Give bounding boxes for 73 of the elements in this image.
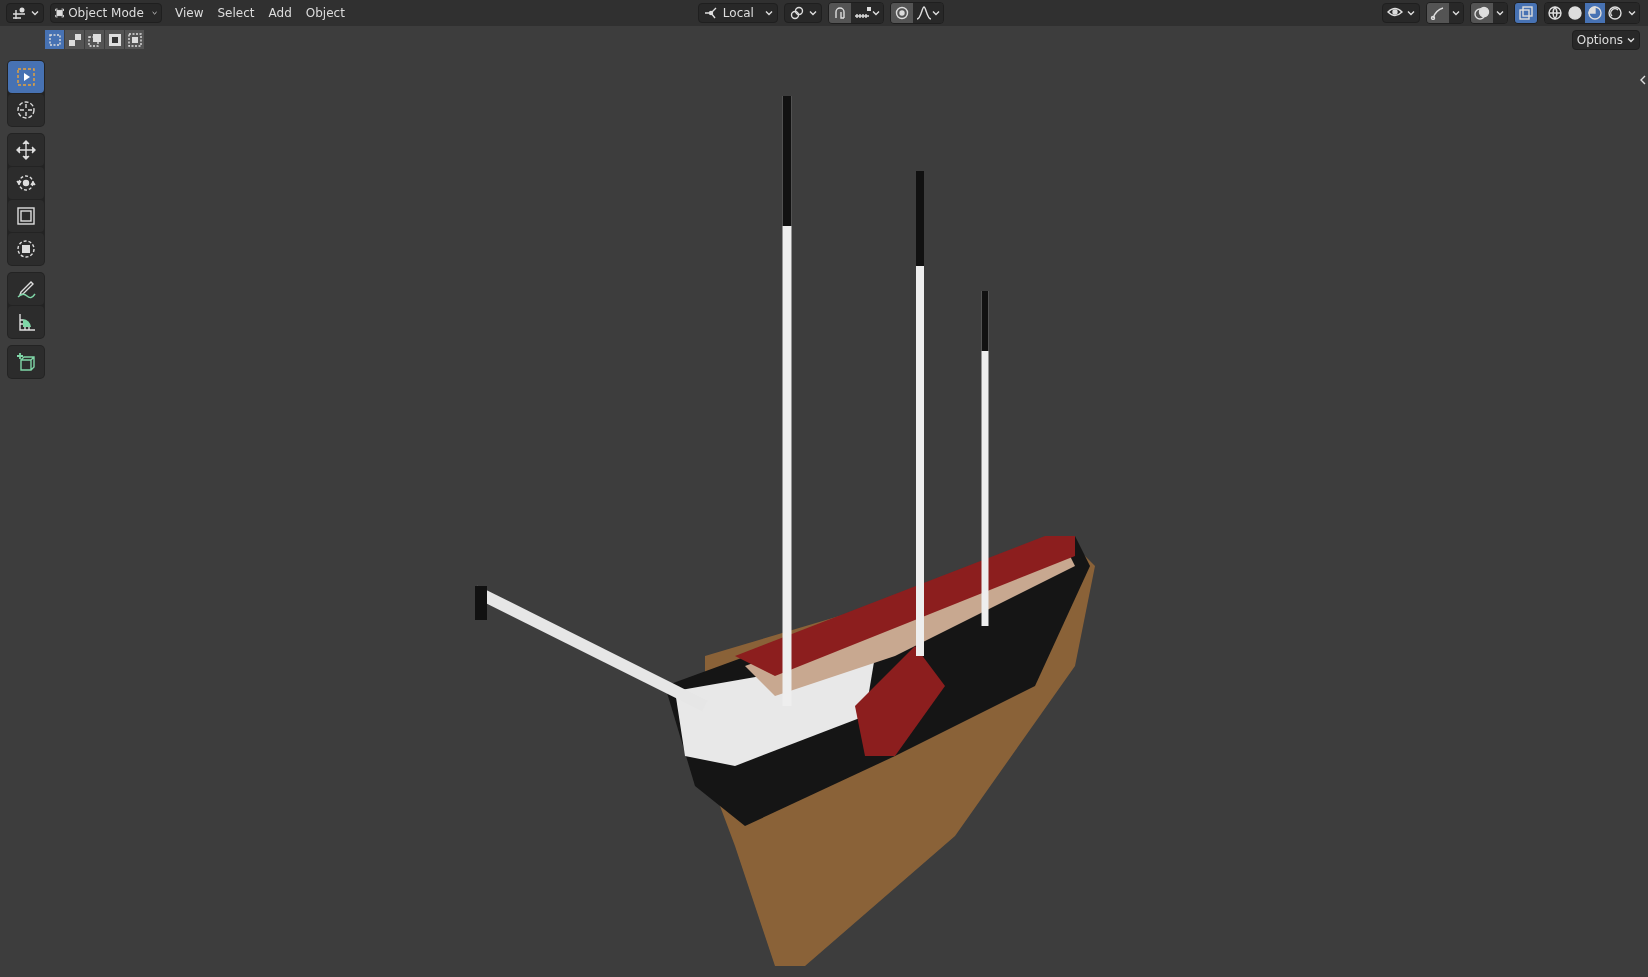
gizmo-toggle[interactable]	[1427, 3, 1449, 23]
overlays-toggle[interactable]	[1471, 3, 1493, 23]
sidebar-toggle-icon[interactable]	[1640, 74, 1646, 85]
material-sphere-icon	[1588, 6, 1602, 20]
chevron-icon	[1452, 10, 1460, 16]
shading-dropdown[interactable]	[1625, 3, 1639, 23]
tool-button[interactable]	[8, 273, 44, 305]
shading-mode-button[interactable]	[1565, 3, 1585, 23]
falloff-curve-icon	[915, 6, 932, 20]
tool-button[interactable]	[8, 233, 44, 265]
xray-icon	[1518, 6, 1534, 20]
move-arrows-icon	[15, 139, 37, 161]
selection-mode-icon	[66, 31, 83, 48]
overlays-dropdown[interactable]	[1493, 3, 1507, 23]
falloff-dropdown[interactable]	[912, 3, 943, 23]
scale-square-icon	[15, 205, 37, 227]
chevron-icon	[871, 10, 880, 16]
select-mode-button[interactable]	[85, 30, 104, 49]
increment-icon	[853, 6, 872, 20]
add-cube-icon	[15, 351, 37, 373]
chevron-icon	[1407, 10, 1415, 16]
shading-mode-button[interactable]	[1605, 3, 1625, 23]
tool-button[interactable]	[8, 200, 44, 232]
menu-item[interactable]: Select	[210, 4, 262, 22]
overlay-circles-icon	[1474, 6, 1490, 20]
chevron-icon	[151, 10, 157, 16]
select-mode-button[interactable]	[105, 30, 124, 49]
orientation-icon	[702, 6, 719, 20]
options-dropdown[interactable]: Options	[1571, 30, 1640, 50]
target-icon	[893, 6, 910, 20]
orientation-dropdown[interactable]: Local	[697, 3, 778, 23]
snap-toggle[interactable]	[828, 3, 851, 23]
chevron-icon	[1628, 10, 1636, 16]
proportional-editing-toggle[interactable]	[890, 3, 913, 23]
editor-type-button[interactable]	[6, 3, 44, 23]
gizmo-dropdown[interactable]	[1449, 3, 1463, 23]
menu-item[interactable]: Add	[261, 4, 299, 22]
xray-toggle[interactable]	[1515, 3, 1537, 23]
select-mode-button[interactable]	[65, 30, 84, 49]
tool-button[interactable]	[8, 167, 44, 199]
pivot-dropdown[interactable]	[783, 3, 822, 23]
tool-button[interactable]	[8, 134, 44, 166]
visibility-dropdown[interactable]	[1382, 3, 1420, 23]
mode-dropdown[interactable]: Object Mode	[50, 3, 162, 23]
chevron-icon	[31, 10, 39, 16]
tool-button[interactable]	[8, 94, 44, 126]
rendered-sphere-icon	[1608, 6, 1622, 20]
wireframe-sphere-icon	[1548, 6, 1562, 20]
link-icon	[788, 6, 805, 20]
tool-button[interactable]	[8, 346, 44, 378]
selection-mode-icon	[46, 31, 63, 48]
object-mode-icon	[55, 6, 65, 20]
chevron-icon	[1496, 10, 1504, 16]
select-box-icon	[15, 66, 37, 88]
selection-mode-icon	[86, 31, 103, 48]
chevron-icon	[1627, 37, 1635, 43]
transform-icon	[15, 238, 37, 260]
chevron-icon	[808, 10, 817, 16]
rotate-icon	[15, 172, 37, 194]
selection-mode-icon	[126, 31, 143, 48]
tool-button[interactable]	[8, 306, 44, 338]
gizmo-icon	[1430, 6, 1446, 20]
chevron-icon	[764, 10, 773, 16]
cursor-icon	[15, 99, 37, 121]
selection-mode-icon	[106, 31, 123, 48]
menu-item[interactable]: View	[168, 4, 211, 22]
viewport-icon	[11, 6, 27, 20]
chevron-icon	[931, 10, 940, 16]
menu-item[interactable]: Object	[298, 4, 352, 22]
shading-mode-button[interactable]	[1545, 3, 1565, 23]
solid-sphere-icon	[1568, 6, 1582, 20]
snap-target-dropdown[interactable]	[850, 3, 883, 23]
select-mode-button[interactable]	[125, 30, 144, 49]
